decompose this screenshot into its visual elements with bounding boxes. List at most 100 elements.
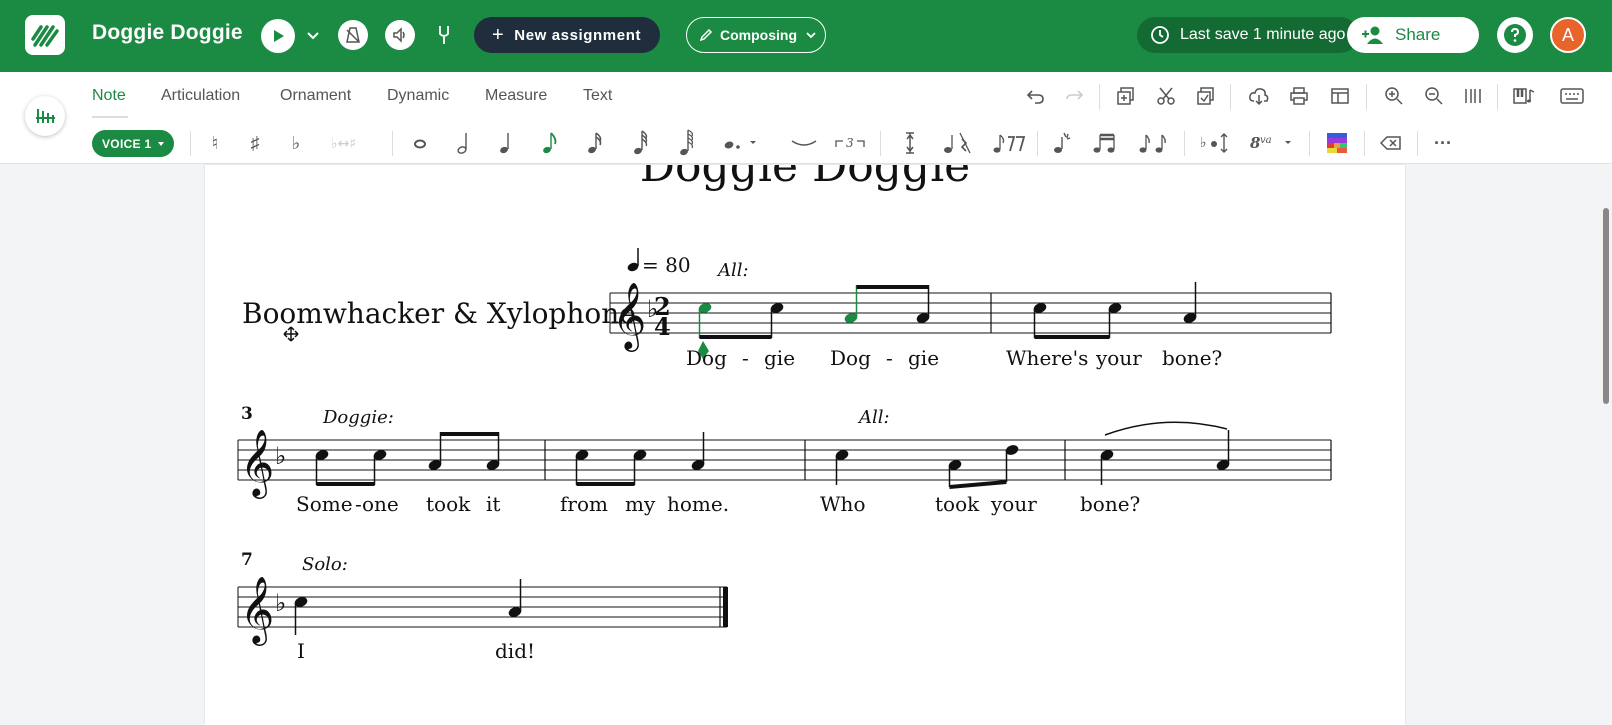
- tempo-marking[interactable]: = 80: [626, 248, 691, 277]
- delete-note-icon[interactable]: [1380, 130, 1402, 156]
- time-signature-bottom[interactable]: 4: [654, 312, 671, 341]
- app-logo-icon[interactable]: [25, 15, 65, 55]
- paste-icon[interactable]: [1194, 84, 1218, 108]
- cross-staff-icon[interactable]: [902, 130, 918, 156]
- play-button[interactable]: [261, 19, 295, 53]
- lyric-syllable[interactable]: took: [935, 492, 980, 516]
- instrument-panel-button[interactable]: [25, 96, 65, 136]
- tab-ornament[interactable]: Ornament: [280, 87, 351, 105]
- direction-text[interactable]: Solo:: [302, 554, 348, 575]
- tab-text[interactable]: Text: [583, 87, 612, 105]
- note-color-icon[interactable]: [1326, 130, 1348, 156]
- score-header-title[interactable]: Doggie Doggie: [640, 165, 970, 192]
- grace-note-icon[interactable]: [1052, 130, 1072, 156]
- beam-icon[interactable]: [1092, 130, 1118, 156]
- keyboard-icon[interactable]: [1558, 84, 1586, 108]
- treble-clef[interactable]: 𝄞: [240, 428, 274, 499]
- lyric-syllable[interactable]: home.: [667, 492, 729, 516]
- new-assignment-button[interactable]: + New assignment: [474, 17, 660, 53]
- lyric-syllable[interactable]: did!: [495, 639, 535, 663]
- dotted-note-dropdown[interactable]: [722, 130, 762, 156]
- note-beam[interactable]: [1034, 335, 1110, 339]
- tuning-fork-icon[interactable]: [434, 24, 454, 51]
- measure-view-icon[interactable]: [1461, 84, 1485, 108]
- note-to-rest-icon[interactable]: [942, 130, 972, 156]
- lyric-syllable[interactable]: your: [1095, 346, 1142, 370]
- octave-dropdown[interactable]: 8 va: [1250, 130, 1294, 156]
- lyric-syllable[interactable]: my: [625, 492, 656, 516]
- note-beam[interactable]: [576, 482, 635, 486]
- note-beam[interactable]: [856, 285, 929, 289]
- lyric-syllable[interactable]: gie: [908, 346, 939, 370]
- instrument-name[interactable]: Boomwhacker & Xylophone: [242, 297, 636, 330]
- voice-selector[interactable]: VOICE 1: [92, 130, 174, 157]
- sixty-fourth-note-icon[interactable]: [677, 129, 695, 156]
- redo-icon[interactable]: [1062, 84, 1086, 108]
- lyric-syllable[interactable]: one: [362, 492, 399, 516]
- quarter-note-icon[interactable]: [497, 130, 513, 156]
- enharmonic-icon[interactable]: ♭↔♯: [330, 130, 372, 156]
- score-title[interactable]: Doggie Doggie: [92, 21, 243, 45]
- note-beam[interactable]: [949, 480, 1007, 489]
- tab-measure[interactable]: Measure: [485, 87, 547, 105]
- direction-text[interactable]: All:: [857, 407, 890, 428]
- tab-articulation[interactable]: Articulation: [161, 87, 240, 105]
- score-canvas[interactable]: Doggie Doggie = 80 Boomwhacker & Xylopho…: [205, 165, 1405, 725]
- sound-button[interactable]: [385, 20, 415, 50]
- lyric-syllable[interactable]: gie: [764, 346, 795, 370]
- lyric-syllable[interactable]: your: [990, 492, 1037, 516]
- more-options-button[interactable]: ···: [1432, 130, 1454, 156]
- flat-button[interactable]: ♭: [288, 130, 304, 156]
- share-button[interactable]: Share: [1347, 17, 1479, 53]
- break-beam-icon[interactable]: [1138, 130, 1168, 156]
- piano-instrument-icon[interactable]: [1512, 84, 1536, 108]
- playback-options-chevron-icon[interactable]: [305, 27, 321, 48]
- lyric-syllable[interactable]: Dog: [686, 346, 727, 370]
- vertical-scrollbar[interactable]: [1603, 208, 1609, 404]
- help-button[interactable]: [1497, 17, 1533, 53]
- version-history-button[interactable]: Last save 1 minute ago: [1137, 17, 1358, 53]
- tuplet-icon[interactable]: 3: [834, 130, 866, 156]
- lyric-syllable[interactable]: Some: [296, 492, 353, 516]
- tie-icon[interactable]: [790, 130, 818, 156]
- lyric-syllable[interactable]: Dog: [830, 346, 871, 370]
- tab-dynamic[interactable]: Dynamic: [387, 87, 449, 105]
- final-barline[interactable]: [723, 587, 728, 627]
- note-beam[interactable]: [699, 335, 772, 339]
- copy-insert-icon[interactable]: [1114, 84, 1138, 108]
- zoom-out-icon[interactable]: [1422, 84, 1446, 108]
- rest-values-icon[interactable]: [992, 130, 1028, 156]
- key-signature-flat[interactable]: ♭: [275, 442, 286, 470]
- lyric-syllable[interactable]: Who: [820, 492, 865, 516]
- lyric-syllable[interactable]: it: [486, 492, 500, 516]
- key-signature-flat[interactable]: ♭: [275, 589, 286, 617]
- scissors-icon[interactable]: [1154, 84, 1178, 108]
- metronome-button[interactable]: [338, 20, 368, 50]
- lyric-syllable[interactable]: bone?: [1162, 346, 1222, 370]
- treble-clef[interactable]: 𝄞: [240, 575, 274, 646]
- natural-button[interactable]: ♮: [207, 130, 223, 156]
- lyric-syllable[interactable]: I: [297, 639, 305, 663]
- half-note-icon[interactable]: [455, 130, 471, 156]
- thirty-second-note-icon[interactable]: [631, 130, 649, 156]
- lyric-syllable[interactable]: from: [560, 492, 608, 516]
- sixteenth-note-icon[interactable]: [585, 130, 603, 156]
- treble-clef[interactable]: 𝄞: [612, 281, 646, 352]
- tab-note[interactable]: Note: [92, 87, 126, 105]
- sharp-button[interactable]: ♯: [247, 130, 263, 156]
- lyric-syllable[interactable]: took: [426, 492, 471, 516]
- lyric-syllable[interactable]: Where's: [1006, 346, 1088, 370]
- mode-dropdown[interactable]: Composing: [686, 17, 826, 53]
- cloud-download-icon[interactable]: [1247, 84, 1271, 108]
- eighth-note-icon[interactable]: [540, 130, 558, 156]
- whole-note-icon[interactable]: [412, 130, 428, 156]
- slur[interactable]: [1104, 421, 1228, 436]
- note-beam[interactable]: [316, 482, 375, 486]
- layout-icon[interactable]: [1328, 84, 1352, 108]
- lyric-syllable[interactable]: bone?: [1080, 492, 1140, 516]
- transpose-icon[interactable]: ♭: [1200, 130, 1230, 156]
- staff-system[interactable]: 𝄞 ♭𝄞 ♭𝄞 ♭: [237, 281, 1332, 646]
- direction-text[interactable]: All:: [716, 260, 749, 281]
- direction-text[interactable]: Doggie:: [322, 407, 394, 428]
- note-beam[interactable]: [440, 432, 499, 436]
